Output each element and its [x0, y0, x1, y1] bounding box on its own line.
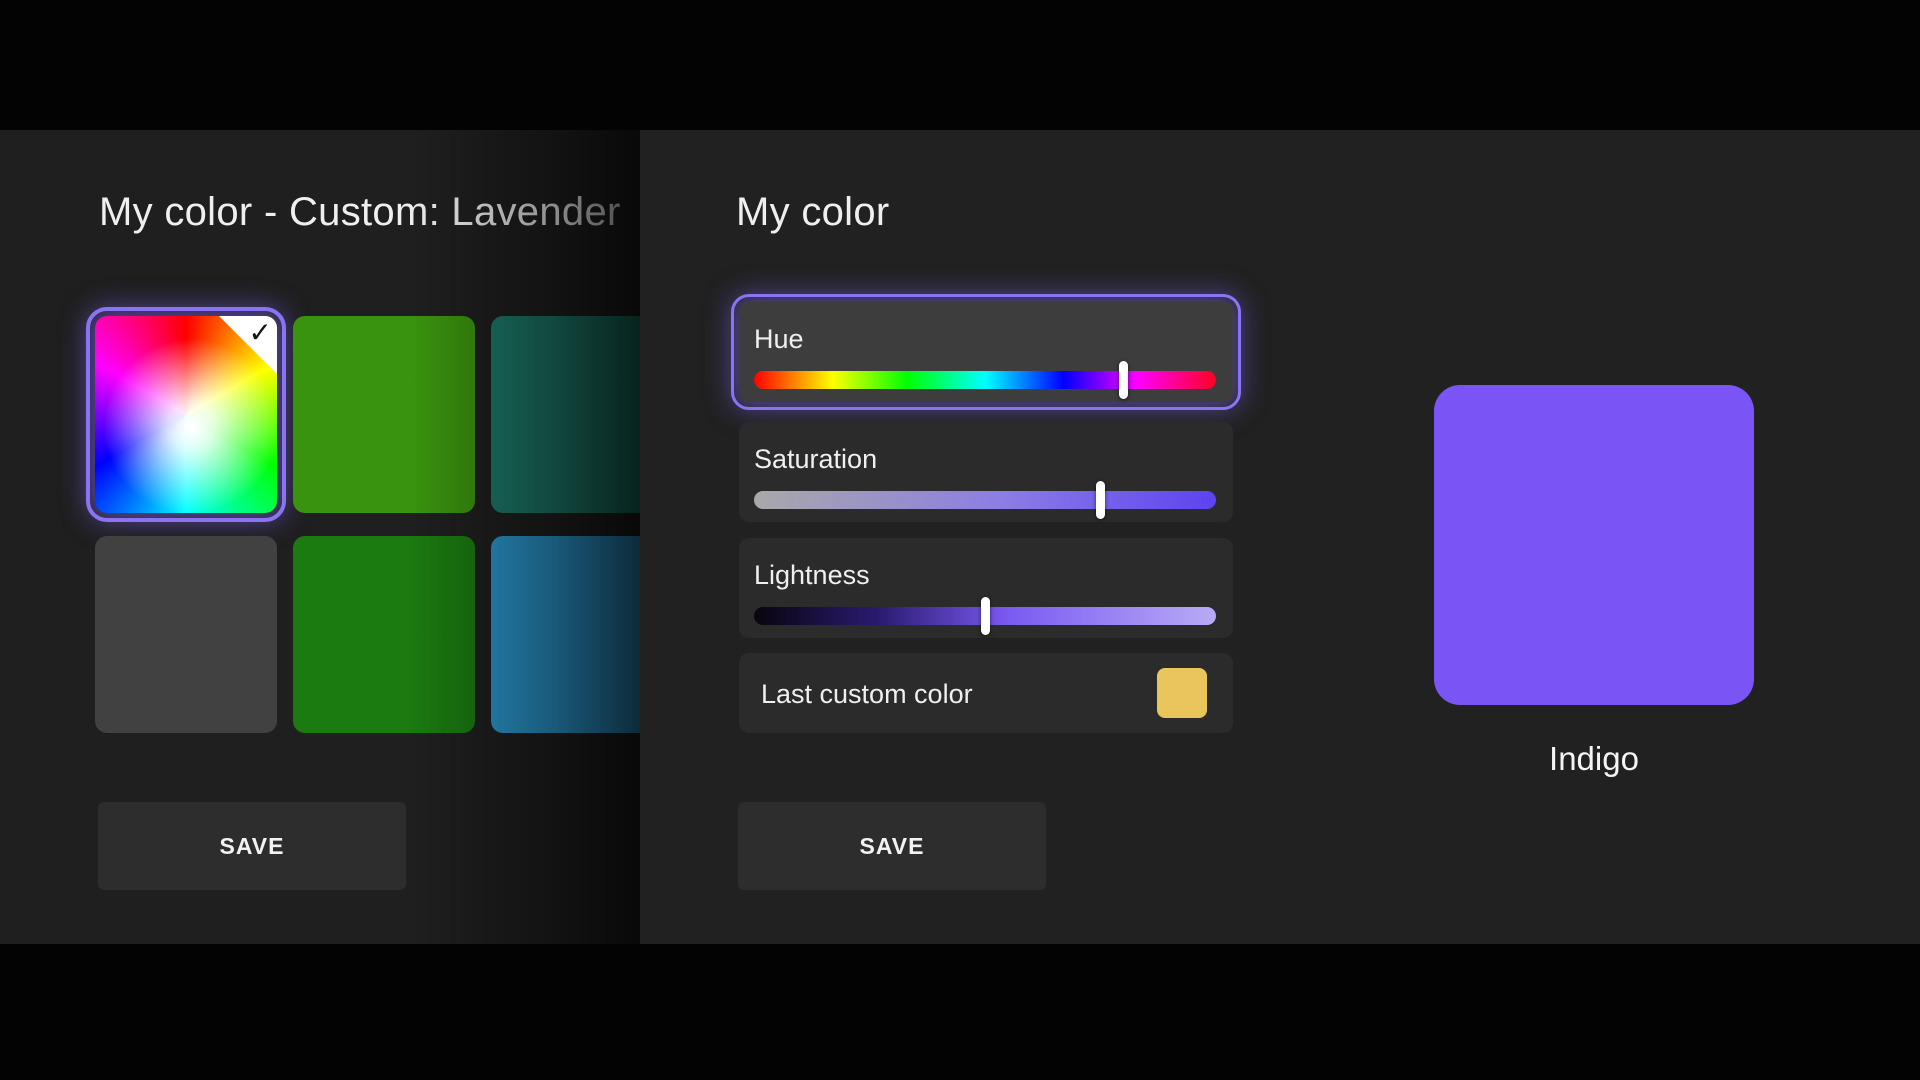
- lightness-thumb[interactable]: [980, 597, 990, 635]
- hue-label: Hue: [754, 324, 804, 354]
- left-panel: My color - Custom: Lavender ✓ SAVE: [0, 130, 640, 944]
- check-icon: ✓: [248, 317, 272, 348]
- selected-corner: ✓: [219, 316, 277, 374]
- lightness-track[interactable]: [754, 597, 1216, 635]
- preview-color-name: Indigo: [1549, 740, 1639, 777]
- hue-slider[interactable]: Hue: [731, 294, 1241, 410]
- saturation-thumb[interactable]: [1096, 481, 1105, 519]
- saturation-slider[interactable]: Saturation: [739, 422, 1233, 522]
- swatch-teal[interactable]: [491, 316, 640, 513]
- swatch-custom-spectrum[interactable]: ✓: [86, 307, 286, 522]
- hue-thumb[interactable]: [1119, 361, 1129, 399]
- saturation-track[interactable]: [754, 481, 1216, 519]
- hue-track[interactable]: [754, 361, 1216, 399]
- swatch-green[interactable]: [293, 316, 475, 513]
- color-preview: [1434, 385, 1754, 705]
- saturation-label: Saturation: [754, 444, 878, 474]
- last-custom-color-swatch: [1157, 668, 1207, 718]
- swatch-dark-green[interactable]: [293, 536, 475, 733]
- swatch-blue[interactable]: [491, 536, 640, 733]
- content-band: My color - Custom: Lavender ✓ SAVE My co…: [0, 130, 1920, 944]
- last-custom-color-label: Last custom color: [761, 679, 973, 709]
- lightness-label: Lightness: [754, 560, 870, 590]
- page-title-left: My color - Custom: Lavender: [99, 190, 621, 234]
- screen: My color - Custom: Lavender ✓ SAVE My co…: [0, 0, 1920, 1080]
- save-button-dialog[interactable]: SAVE: [738, 802, 1046, 890]
- last-custom-color-row[interactable]: Last custom color: [739, 653, 1233, 733]
- swatch-dark-gray[interactable]: [95, 536, 277, 733]
- color-dialog-panel: My color Hue Saturation Lightness Last c…: [640, 130, 1920, 944]
- page-title-dialog: My color: [736, 190, 890, 234]
- lightness-slider[interactable]: Lightness: [739, 538, 1233, 638]
- save-button-left[interactable]: SAVE: [98, 802, 406, 890]
